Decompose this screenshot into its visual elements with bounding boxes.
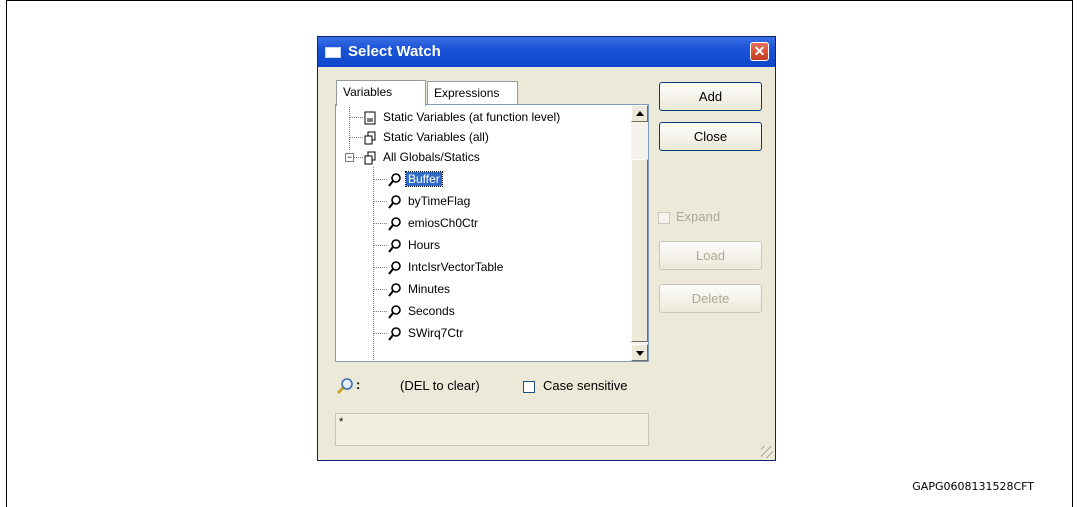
tree-connector bbox=[373, 223, 387, 224]
scroll-up-button[interactable] bbox=[631, 105, 648, 122]
watch-variable-icon bbox=[388, 261, 401, 275]
tree-connector bbox=[349, 117, 363, 118]
tree-connector bbox=[373, 333, 387, 334]
close-button[interactable]: Close bbox=[659, 122, 762, 151]
filter-colon: : bbox=[356, 377, 361, 392]
tree-item-label: Static Variables (all) bbox=[383, 130, 489, 144]
filter-input[interactable]: * bbox=[335, 413, 649, 446]
tree-connector bbox=[373, 311, 387, 312]
scroll-down-button[interactable] bbox=[631, 344, 648, 361]
tree-connector bbox=[373, 179, 387, 180]
tab-expressions[interactable]: Expressions bbox=[427, 81, 518, 105]
tree-item-label: byTimeFlag bbox=[408, 194, 471, 208]
tree-item-intcisrvectortable[interactable]: IntcIsrVectorTable bbox=[388, 257, 505, 277]
tree-connector bbox=[349, 105, 350, 150]
tree-item-minutes[interactable]: Minutes bbox=[388, 279, 452, 299]
tree-item-label: Seconds bbox=[408, 304, 455, 318]
tree-item-label: emiosCh0Ctr bbox=[408, 216, 479, 230]
tree-connector bbox=[373, 267, 387, 268]
tree-item-static-function[interactable]: Static Variables (at function level) bbox=[363, 107, 562, 127]
scroll-thumb[interactable] bbox=[631, 159, 648, 342]
tree-scrollbar[interactable] bbox=[631, 105, 648, 361]
tree-item-label: Hours bbox=[408, 238, 441, 252]
arrow-down-icon bbox=[635, 351, 644, 356]
tree-item-static-all[interactable]: Static Variables (all) bbox=[363, 127, 491, 147]
variables-group-icon bbox=[364, 151, 376, 165]
title-bar[interactable]: Select Watch ✕ bbox=[318, 37, 775, 67]
tree-connector bbox=[349, 137, 363, 138]
tree-connector bbox=[373, 201, 387, 202]
add-button[interactable]: Add bbox=[659, 82, 762, 111]
watch-variable-icon bbox=[388, 173, 401, 187]
select-watch-dialog: Select Watch ✕ Variables Expressions − S… bbox=[317, 36, 776, 461]
tree-connector bbox=[354, 157, 363, 158]
tree-item-all-globals[interactable]: All Globals/Statics bbox=[363, 147, 482, 167]
tree-item-hours[interactable]: Hours bbox=[388, 235, 442, 255]
figure-id: GAPG0608131528CFT bbox=[912, 480, 1034, 493]
variables-tree[interactable]: − Static Variables (at function level) S… bbox=[335, 104, 649, 362]
expand-checkbox[interactable] bbox=[658, 211, 670, 224]
tree-item-seconds[interactable]: Seconds bbox=[388, 301, 457, 321]
tab-variables[interactable]: Variables bbox=[336, 80, 426, 106]
tree-item-label: All Globals/Statics bbox=[383, 150, 480, 164]
search-filter-icon bbox=[336, 378, 353, 395]
collapse-expander[interactable]: − bbox=[345, 153, 354, 162]
watch-variable-icon bbox=[388, 239, 401, 253]
window-icon bbox=[325, 47, 341, 58]
watch-variable-icon bbox=[388, 217, 401, 231]
delete-button[interactable]: Delete bbox=[659, 284, 762, 313]
watch-variable-icon bbox=[388, 283, 401, 297]
tree-item-label: Static Variables (at function level) bbox=[383, 110, 561, 124]
case-sensitive-label: Case sensitive bbox=[543, 378, 628, 393]
tree-item-swirq7ctr[interactable]: SWirq7Ctr bbox=[388, 323, 465, 343]
tree-item-buffer[interactable]: Buffer bbox=[388, 169, 443, 189]
expand-checkbox-row[interactable]: Expand bbox=[658, 209, 720, 224]
watch-variable-icon bbox=[388, 195, 401, 209]
case-sensitive-checkbox[interactable] bbox=[523, 380, 535, 393]
arrow-up-icon bbox=[635, 111, 644, 116]
case-sensitive-row[interactable]: Case sensitive bbox=[523, 378, 628, 393]
load-button[interactable]: Load bbox=[659, 241, 762, 270]
tree-connector bbox=[373, 289, 387, 290]
variables-group-icon bbox=[364, 131, 376, 145]
tree-connector bbox=[373, 245, 387, 246]
del-to-clear-hint: (DEL to clear) bbox=[400, 378, 480, 393]
watch-variable-icon bbox=[388, 327, 401, 341]
expand-label: Expand bbox=[676, 209, 721, 224]
tree-item-bytimeflag[interactable]: byTimeFlag bbox=[388, 191, 472, 211]
tree-item-emiosch0ctr[interactable]: emiosCh0Ctr bbox=[388, 213, 480, 233]
tree-item-label: Buffer bbox=[405, 171, 443, 187]
tree-item-label: SWirq7Ctr bbox=[408, 326, 464, 340]
tree-item-label: IntcIsrVectorTable bbox=[408, 260, 504, 274]
window-title: Select Watch bbox=[348, 43, 441, 60]
document-icon bbox=[364, 111, 376, 125]
resize-grip[interactable] bbox=[761, 446, 773, 458]
watch-variable-icon bbox=[388, 305, 401, 319]
tree-item-label: Minutes bbox=[408, 282, 451, 296]
close-window-button[interactable]: ✕ bbox=[750, 42, 769, 61]
